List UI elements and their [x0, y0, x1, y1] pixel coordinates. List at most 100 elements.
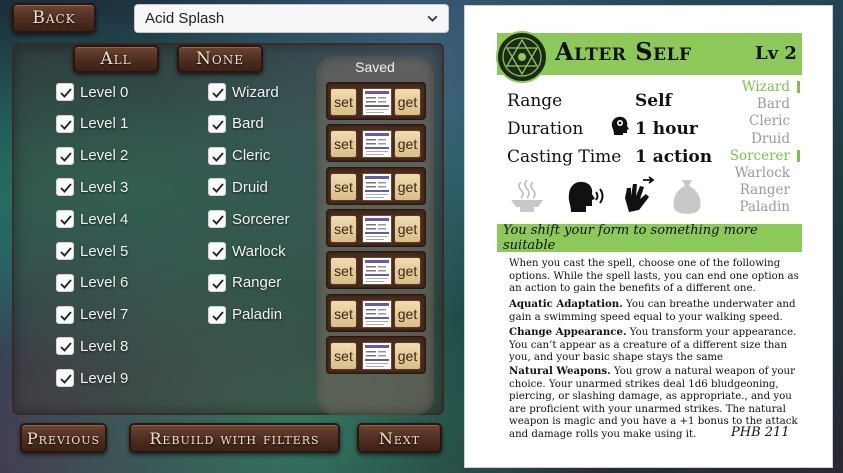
select-all-button[interactable]: All [73, 45, 159, 73]
checkbox[interactable] [208, 178, 226, 197]
card-class-druid: Druid [751, 130, 790, 147]
level-filter-label: Level 3 [80, 178, 129, 196]
spell-name: Alter Self [555, 37, 692, 66]
checkmark-icon [212, 183, 224, 194]
rebuild-label: Rebuild with filters [149, 428, 320, 448]
level-filter-label: Level 4 [80, 210, 129, 228]
checkbox[interactable] [56, 146, 74, 165]
saved-card-thumbnail [362, 341, 392, 370]
level-filter-checkbox[interactable]: Level 6 [56, 272, 128, 294]
class-filter-checkbox[interactable]: Cleric [208, 145, 270, 167]
checkbox[interactable] [208, 83, 226, 101]
level-filter-checkbox[interactable]: Level 4 [56, 208, 128, 230]
level-filter-checkbox[interactable]: Level 5 [56, 240, 128, 262]
previous-button[interactable]: Previous [20, 423, 107, 453]
range-value: Self [635, 91, 672, 111]
get-label: get [397, 220, 418, 237]
checkbox[interactable] [208, 114, 226, 133]
set-button[interactable]: set [330, 130, 357, 159]
rebuild-with-filters-button[interactable]: Rebuild with filters [129, 423, 340, 453]
get-button[interactable]: get [394, 88, 421, 116]
select-none-button[interactable]: None [177, 45, 263, 73]
level-filter-label: Level 6 [80, 274, 129, 292]
get-button[interactable]: get [394, 214, 421, 243]
level-filter-checkbox[interactable]: Level 9 [56, 367, 128, 389]
class-filter-checkbox[interactable]: Paladin [208, 304, 282, 326]
set-button[interactable]: set [330, 88, 357, 116]
checkbox[interactable] [208, 273, 226, 292]
checkbox[interactable] [208, 210, 226, 229]
back-button[interactable]: Back [12, 3, 96, 33]
checkbox[interactable] [56, 83, 74, 101]
class-filter-checkbox[interactable]: Ranger [208, 272, 281, 294]
class-filter-label: Paladin [232, 306, 283, 324]
saved-slot: set get [326, 335, 426, 374]
checkbox[interactable] [56, 210, 74, 229]
card-class-bard: Bard [756, 96, 790, 113]
get-button[interactable]: get [394, 130, 421, 159]
set-label: set [334, 305, 353, 322]
option-title: Natural Weapons. [509, 365, 611, 377]
set-button[interactable]: set [330, 299, 357, 328]
card-thumbnail-icon [365, 260, 389, 283]
get-label: get [397, 94, 418, 110]
checkmark-icon [60, 215, 72, 226]
saved-card-thumbnail [362, 130, 392, 159]
select-all-label: All [100, 49, 132, 69]
saved-slot: set get [326, 124, 426, 163]
get-button[interactable]: get [394, 257, 421, 286]
checkbox[interactable] [56, 305, 74, 324]
set-button[interactable]: set [330, 172, 357, 201]
get-label: get [397, 305, 418, 322]
card-thumbnail-icon [365, 133, 389, 156]
checkmark-icon [212, 120, 224, 130]
checkbox[interactable] [56, 114, 74, 133]
saved-card-thumbnail [362, 299, 392, 328]
checkmark-icon [60, 374, 72, 385]
class-filter-checkbox[interactable]: Sorcerer [208, 208, 290, 230]
checkbox[interactable] [56, 178, 74, 197]
checkbox[interactable] [56, 369, 74, 388]
class-filter-label: Sorcerer [232, 210, 290, 228]
class-filter-label: Ranger [232, 274, 282, 292]
card-class-sorcerer: Sorcerer [729, 147, 790, 164]
get-label: get [397, 136, 418, 153]
verbal-icon [568, 181, 604, 212]
get-button[interactable]: get [394, 172, 421, 201]
saved-card-thumbnail [362, 257, 392, 286]
level-filter-checkbox[interactable]: Level 0 [56, 81, 128, 103]
class-filter-checkbox[interactable]: Wizard [208, 81, 279, 103]
spell-select[interactable]: Acid Splash [134, 4, 449, 33]
spell-level: Lv 2 [755, 43, 797, 64]
checkbox[interactable] [56, 242, 74, 260]
class-filter-checkbox[interactable]: Druid [208, 176, 268, 198]
class-filter-checkbox[interactable]: Warlock [208, 240, 286, 262]
set-button[interactable]: set [330, 214, 357, 243]
option-change-appearance: Change Appearance. You transform your ap… [509, 326, 799, 365]
level-filter-checkbox[interactable]: Level 8 [56, 335, 128, 357]
saved-card-thumbnail [362, 214, 392, 243]
get-button[interactable]: get [394, 299, 421, 328]
checkbox[interactable] [208, 146, 226, 165]
class-filter-checkbox[interactable]: Bard [208, 113, 264, 135]
checkmark-icon [60, 183, 72, 194]
set-button[interactable]: set [330, 257, 357, 286]
checkbox[interactable] [208, 305, 226, 324]
level-filter-checkbox[interactable]: Level 1 [56, 113, 128, 135]
spell-intro: When you cast the spell, choose one of t… [509, 258, 799, 295]
next-button[interactable]: Next [357, 423, 442, 453]
get-button[interactable]: get [394, 341, 421, 370]
set-button[interactable]: set [330, 341, 357, 370]
level-filter-checkbox[interactable]: Level 3 [56, 176, 128, 198]
duration-label: Duration [507, 119, 584, 139]
checkbox[interactable] [56, 337, 74, 356]
set-label: set [334, 220, 353, 237]
level-filter-checkbox[interactable]: Level 7 [56, 304, 128, 326]
checkbox[interactable] [56, 273, 74, 292]
checkbox[interactable] [208, 242, 226, 260]
active-class-marker [797, 149, 800, 162]
card-class-wizard: Wizard [741, 79, 790, 95]
checkmark-icon [60, 152, 72, 162]
level-filter-checkbox[interactable]: Level 2 [56, 145, 128, 167]
class-filter-label: Wizard [232, 83, 279, 101]
